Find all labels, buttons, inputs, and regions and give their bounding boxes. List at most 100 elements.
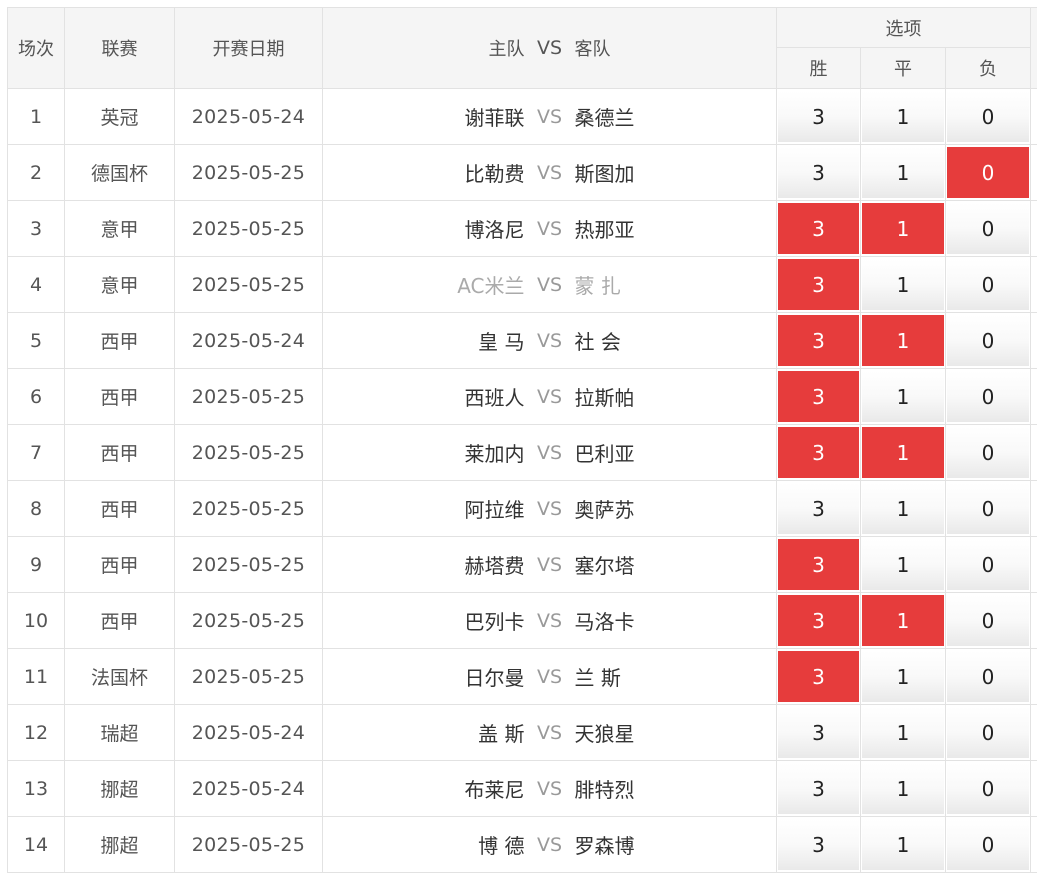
lose-option-button[interactable]: 0 <box>947 819 1029 870</box>
vs-label: VS <box>525 162 575 184</box>
lose-option-cell: 0 <box>946 537 1031 593</box>
match-table-container: 场次 联赛 开赛日期 主队 VS 客队 选项 胜 平 负 <box>7 7 1037 873</box>
win-option-button[interactable]: 3 <box>778 483 859 534</box>
match-number: 4 <box>8 257 65 313</box>
lose-option-button[interactable]: 0 <box>947 147 1029 198</box>
win-option-button[interactable]: 3 <box>778 427 859 478</box>
lose-option-button[interactable]: 0 <box>947 91 1029 142</box>
draw-option-button[interactable]: 1 <box>862 147 944 198</box>
lose-option-button[interactable]: 0 <box>947 651 1029 702</box>
table-row: 10 西甲 2025-05-25 巴列卡 VS 马洛卡 3 1 0 <box>8 593 1037 649</box>
match-teams-cell: 谢菲联 VS 桑德兰 <box>323 89 777 145</box>
win-option-button[interactable]: 3 <box>778 147 859 198</box>
teams-group: 盖 斯 VS 天狼星 <box>323 718 776 747</box>
win-option-button[interactable]: 3 <box>778 707 859 758</box>
win-option-button[interactable]: 3 <box>778 595 859 646</box>
lose-option-button[interactable]: 0 <box>947 707 1029 758</box>
league-name: 西甲 <box>65 425 175 481</box>
vs-label: VS <box>525 218 575 240</box>
draw-option-button[interactable]: 1 <box>862 651 944 702</box>
home-team: 博洛尼 <box>325 214 525 243</box>
vs-label: VS <box>525 834 575 856</box>
teams-group: 比勒费 VS 斯图加 <box>323 158 776 187</box>
home-team: 阿拉维 <box>325 494 525 523</box>
win-option-button[interactable]: 3 <box>778 91 859 142</box>
home-team: 谢菲联 <box>325 102 525 131</box>
table-row: 4 意甲 2025-05-25 AC米兰 VS 蒙 扎 3 1 0 <box>8 257 1037 313</box>
lose-option-button[interactable]: 0 <box>947 259 1029 310</box>
win-option-cell: 3 <box>777 257 861 313</box>
match-date: 2025-05-25 <box>175 145 323 201</box>
teams-group: 莱加内 VS 巴利亚 <box>323 438 776 467</box>
table-row: 8 西甲 2025-05-25 阿拉维 VS 奥萨苏 3 1 0 <box>8 481 1037 537</box>
draw-option-button[interactable]: 1 <box>862 763 944 814</box>
win-option-button[interactable]: 3 <box>778 315 859 366</box>
draw-option-button[interactable]: 1 <box>862 427 944 478</box>
league-name: 德国杯 <box>65 145 175 201</box>
draw-option-button[interactable]: 1 <box>862 539 944 590</box>
lose-option-cell: 0 <box>946 649 1031 705</box>
league-name: 挪超 <box>65 761 175 817</box>
match-teams-cell: 赫塔费 VS 塞尔塔 <box>323 537 777 593</box>
draw-option-button[interactable]: 1 <box>862 707 944 758</box>
match-date: 2025-05-24 <box>175 89 323 145</box>
draw-option-button[interactable]: 1 <box>862 315 944 366</box>
draw-option-button[interactable]: 1 <box>862 371 944 422</box>
table-row: 9 西甲 2025-05-25 赫塔费 VS 塞尔塔 3 1 0 <box>8 537 1037 593</box>
draw-header: 平 <box>861 48 946 89</box>
lose-option-button[interactable]: 0 <box>947 203 1029 254</box>
home-team: 巴列卡 <box>325 606 525 635</box>
match-teams-cell: AC米兰 VS 蒙 扎 <box>323 257 777 313</box>
lose-option-button[interactable]: 0 <box>947 483 1029 534</box>
lose-option-button[interactable]: 0 <box>947 315 1029 366</box>
lose-option-button[interactable]: 0 <box>947 763 1029 814</box>
teams-group: 西班人 VS 拉斯帕 <box>323 382 776 411</box>
away-team: 天狼星 <box>575 718 775 747</box>
vs-label: VS <box>525 106 575 128</box>
draw-option-cell: 1 <box>861 89 946 145</box>
win-header: 胜 <box>777 48 861 89</box>
lose-option-button[interactable]: 0 <box>947 539 1029 590</box>
match-teams-cell: 巴列卡 VS 马洛卡 <box>323 593 777 649</box>
match-number: 10 <box>8 593 65 649</box>
lose-option-button[interactable]: 0 <box>947 427 1029 478</box>
row-gutter <box>1031 817 1037 873</box>
draw-option-button[interactable]: 1 <box>862 595 944 646</box>
draw-option-cell: 1 <box>861 705 946 761</box>
teams-group: 布莱尼 VS 腓特烈 <box>323 774 776 803</box>
league-name: 西甲 <box>65 369 175 425</box>
draw-option-button[interactable]: 1 <box>862 203 944 254</box>
draw-option-button[interactable]: 1 <box>862 483 944 534</box>
draw-option-button[interactable]: 1 <box>862 259 944 310</box>
draw-option-cell: 1 <box>861 201 946 257</box>
table-row: 3 意甲 2025-05-25 博洛尼 VS 热那亚 3 1 0 <box>8 201 1037 257</box>
home-team: 西班人 <box>325 382 525 411</box>
win-option-button[interactable]: 3 <box>778 763 859 814</box>
row-gutter <box>1031 201 1037 257</box>
row-gutter <box>1031 145 1037 201</box>
win-option-cell: 3 <box>777 593 861 649</box>
home-team: 日尔曼 <box>325 662 525 691</box>
match-number: 12 <box>8 705 65 761</box>
vs-label: VS <box>525 610 575 632</box>
win-option-button[interactable]: 3 <box>778 371 859 422</box>
lose-option-button[interactable]: 0 <box>947 595 1029 646</box>
row-gutter <box>1031 257 1037 313</box>
lose-option-button[interactable]: 0 <box>947 371 1029 422</box>
draw-option-button[interactable]: 1 <box>862 819 944 870</box>
win-option-button[interactable]: 3 <box>778 539 859 590</box>
teams-group: 日尔曼 VS 兰 斯 <box>323 662 776 691</box>
home-team: 布莱尼 <box>325 774 525 803</box>
row-gutter <box>1031 89 1037 145</box>
draw-option-cell: 1 <box>861 481 946 537</box>
draw-option-button[interactable]: 1 <box>862 91 944 142</box>
win-option-button[interactable]: 3 <box>778 819 859 870</box>
row-gutter <box>1031 705 1037 761</box>
win-option-button[interactable]: 3 <box>778 651 859 702</box>
col-league-header: 联赛 <box>65 8 175 89</box>
col-date-header: 开赛日期 <box>175 8 323 89</box>
win-option-cell: 3 <box>777 89 861 145</box>
win-option-button[interactable]: 3 <box>778 203 859 254</box>
league-name: 西甲 <box>65 481 175 537</box>
win-option-button[interactable]: 3 <box>778 259 859 310</box>
